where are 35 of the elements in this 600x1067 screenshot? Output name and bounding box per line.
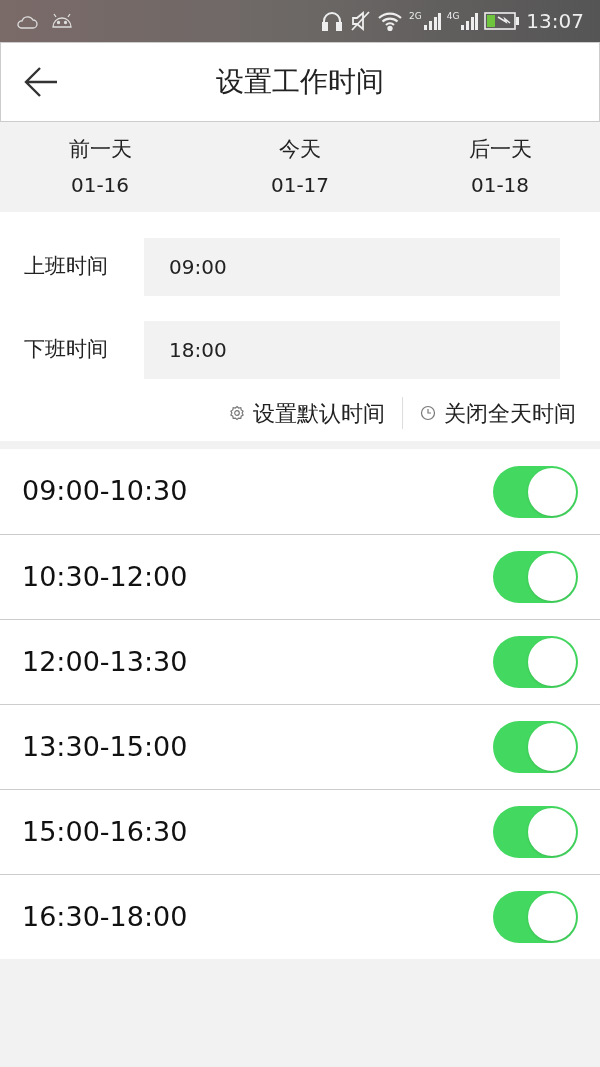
time-slot-label: 13:30-15:00 [22, 729, 189, 764]
time-slot-label: 09:00-10:30 [22, 474, 189, 509]
back-arrow-icon [23, 66, 59, 98]
gear-icon [229, 405, 245, 421]
toggle-switch[interactable] [493, 551, 578, 603]
time-slot-label: 12:00-13:30 [22, 644, 189, 679]
headphones-icon [320, 10, 343, 32]
toggle-switch[interactable] [493, 806, 578, 858]
network-type-label: 2G [408, 12, 422, 21]
action-link[interactable]: 关闭全天时间 [420, 396, 576, 430]
field-label: 上班时间 [24, 253, 109, 281]
page-title: 设置工作时间 [216, 64, 384, 100]
toggle-switch[interactable] [493, 636, 578, 688]
toggle-switch[interactable] [493, 721, 578, 773]
field-label: 下班时间 [24, 336, 109, 364]
wifi-icon [376, 11, 403, 31]
network-type-label: 4G [446, 12, 460, 21]
time-slot-label: 16:30-18:00 [22, 899, 189, 934]
day-button[interactable]: 后一天 01-18 [400, 134, 600, 200]
time-slot-label: 15:00-16:30 [22, 814, 189, 849]
toggle-switch[interactable] [493, 465, 578, 518]
signal-icon [422, 12, 441, 30]
day-button[interactable]: 前一天 01-16 [0, 134, 200, 200]
clock-time: 13:07 [526, 8, 584, 35]
android-icon [50, 13, 74, 29]
muted-speaker-icon [348, 10, 371, 32]
action-link[interactable]: 设置默认时间 [229, 396, 385, 430]
day-button[interactable]: 今天 01-17 [200, 134, 400, 200]
time-field[interactable]: 18:00 [144, 321, 560, 379]
signal-icon [460, 12, 479, 30]
battery-charging-icon [484, 12, 521, 30]
clock-icon [420, 405, 436, 421]
time-field[interactable]: 09:00 [144, 238, 560, 296]
toggle-switch[interactable] [493, 891, 578, 943]
time-slot-label: 10:30-12:00 [22, 559, 189, 594]
